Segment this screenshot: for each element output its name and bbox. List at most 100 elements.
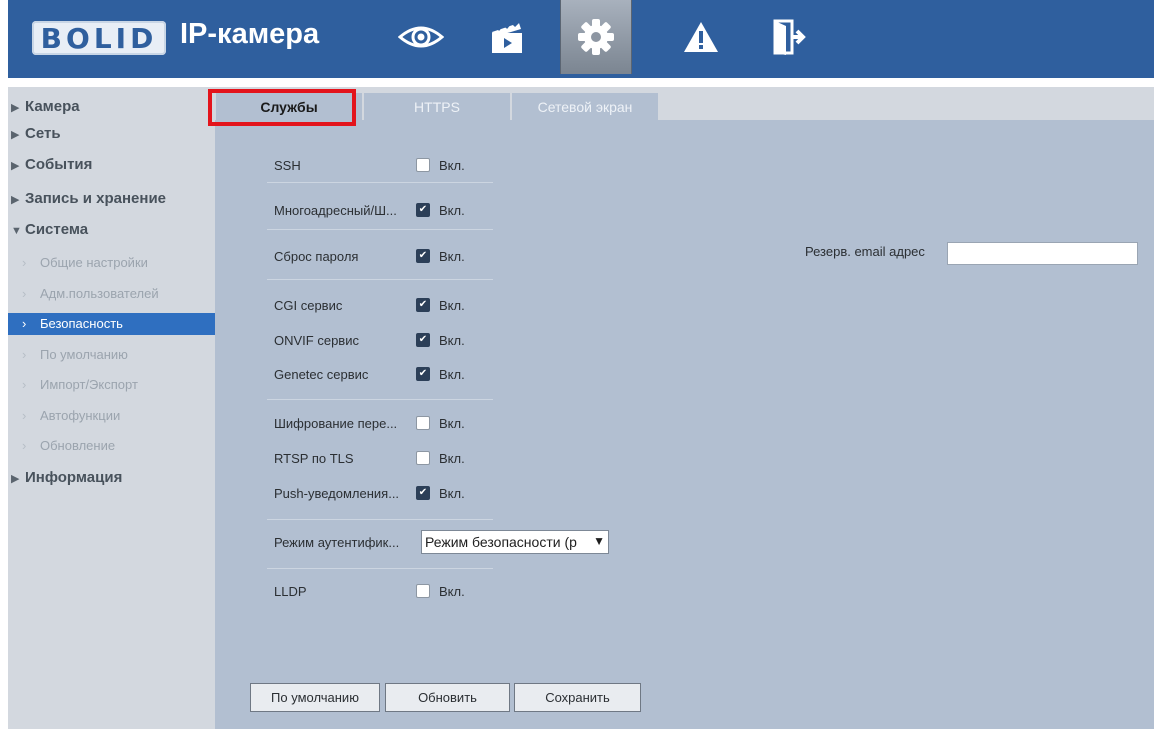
lldp-checkbox[interactable] bbox=[416, 584, 430, 598]
chevron-right-icon: › bbox=[22, 316, 27, 331]
default-button[interactable]: По умолчанию bbox=[250, 683, 380, 712]
setting-row-ssh: SSH Вкл. bbox=[274, 154, 465, 176]
sidebar-item-label: Запись и хранение bbox=[25, 190, 167, 207]
sidebar-item-network[interactable]: ▶ Сеть bbox=[8, 123, 61, 145]
sidebar-item-label: Адм.пользователей bbox=[40, 286, 159, 301]
button-label: Обновить bbox=[418, 690, 477, 705]
sidebar-item-label: Импорт/Экспорт bbox=[40, 377, 138, 392]
setting-label: Push-уведомления... bbox=[274, 485, 400, 501]
cgi-checkbox[interactable] bbox=[416, 298, 430, 312]
button-label: По умолчанию bbox=[271, 690, 359, 705]
sidebar-item-general[interactable]: › Общие настройки bbox=[8, 252, 215, 274]
triangle-right-icon: ▶ bbox=[11, 194, 20, 206]
on-label: Вкл. bbox=[439, 157, 465, 173]
push-checkbox[interactable] bbox=[416, 486, 430, 500]
chevron-down-icon: ▼ bbox=[593, 534, 605, 548]
setting-row-encryption: Шифрование пере... Вкл. bbox=[274, 412, 465, 434]
warning-icon bbox=[684, 22, 718, 52]
sidebar-item-label: Система bbox=[25, 221, 89, 238]
setting-row-auth-mode: Режим аутентифик... bbox=[274, 531, 416, 553]
encryption-checkbox[interactable] bbox=[416, 416, 430, 430]
tab-firewall[interactable]: Сетевой экран bbox=[512, 93, 658, 120]
on-label: Вкл. bbox=[439, 297, 465, 313]
sidebar-item-camera[interactable]: ▶ Камера bbox=[8, 96, 80, 118]
password-reset-checkbox[interactable] bbox=[416, 249, 430, 263]
sidebar-item-label: Обновление bbox=[40, 438, 116, 453]
divider bbox=[267, 279, 493, 280]
setting-label: Genetec сервис bbox=[274, 366, 369, 382]
setting-row-multicast: Многоадресный/Ш... Вкл. bbox=[274, 199, 465, 221]
setting-label: ONVIF сервис bbox=[274, 332, 359, 348]
chevron-right-icon: › bbox=[22, 347, 27, 362]
sidebar-item-label: События bbox=[25, 156, 93, 173]
setting-label: Многоадресный/Ш... bbox=[274, 202, 397, 218]
setting-label: RTSP по TLS bbox=[274, 450, 354, 466]
nav-playback[interactable] bbox=[472, 0, 542, 74]
on-label: Вкл. bbox=[439, 366, 465, 382]
setting-label: SSH bbox=[274, 157, 301, 173]
nav-logout[interactable] bbox=[754, 0, 824, 74]
on-label: Вкл. bbox=[439, 415, 465, 431]
gear-icon bbox=[578, 19, 614, 55]
logo-text: BOLID bbox=[40, 21, 158, 55]
multicast-checkbox[interactable] bbox=[416, 203, 430, 217]
setting-row-lldp: LLDP Вкл. bbox=[274, 580, 465, 602]
genetec-checkbox[interactable] bbox=[416, 367, 430, 381]
sidebar-item-security[interactable]: › Безопасность bbox=[8, 313, 215, 335]
sidebar-item-label: Автофункции bbox=[40, 408, 121, 423]
sidebar-item-system[interactable]: ▼ Система bbox=[8, 219, 88, 241]
sidebar-item-users[interactable]: › Адм.пользователей bbox=[8, 283, 215, 305]
tab-label: Сетевой экран bbox=[537, 98, 633, 115]
chevron-right-icon: › bbox=[22, 408, 27, 423]
save-button[interactable]: Сохранить bbox=[514, 683, 641, 712]
highlight-frame bbox=[208, 89, 356, 126]
sidebar-item-storage[interactable]: ▶ Запись и хранение bbox=[8, 188, 166, 210]
sidebar-item-info[interactable]: ▶ Информация bbox=[8, 467, 122, 489]
chevron-right-icon: › bbox=[22, 286, 27, 301]
setting-row-password-reset: Сброс пароля Вкл. bbox=[274, 245, 465, 267]
setting-label: LLDP bbox=[274, 583, 307, 599]
onvif-checkbox[interactable] bbox=[416, 333, 430, 347]
on-label: Вкл. bbox=[439, 450, 465, 466]
chevron-right-icon: › bbox=[22, 255, 27, 270]
on-label: Вкл. bbox=[439, 485, 465, 501]
bolid-logo: BOLID bbox=[32, 21, 166, 55]
main-panel: Службы HTTPS Сетевой экран SSH Вкл. Мног… bbox=[215, 87, 1154, 729]
sidebar-item-label: Безопасность bbox=[40, 316, 123, 331]
tab-label: HTTPS bbox=[414, 98, 460, 115]
sidebar-item-update[interactable]: › Обновление bbox=[8, 435, 215, 457]
auth-mode-select[interactable]: Режим безопасности (р ▼ bbox=[421, 530, 609, 554]
nav-settings[interactable] bbox=[560, 0, 632, 74]
button-label: Сохранить bbox=[545, 690, 610, 705]
sidebar-item-label: Камера bbox=[25, 98, 80, 115]
setting-label: Сброс пароля bbox=[274, 248, 359, 264]
setting-row-cgi: CGI сервис Вкл. bbox=[274, 294, 465, 316]
triangle-right-icon: ▶ bbox=[11, 473, 20, 485]
sidebar: ▶ Камера ▶ Сеть ▶ События ▶ Запись и хранени… bbox=[8, 87, 215, 729]
setting-row-rtsp-tls: RTSP по TLS Вкл. bbox=[274, 447, 465, 469]
triangle-right-icon: ▶ bbox=[11, 129, 20, 141]
chevron-right-icon: › bbox=[22, 377, 27, 392]
nav-alarm[interactable] bbox=[666, 0, 736, 74]
sidebar-item-label: Общие настройки bbox=[40, 255, 148, 270]
sidebar-item-import-export[interactable]: › Импорт/Экспорт bbox=[8, 374, 215, 396]
divider bbox=[267, 229, 493, 230]
on-label: Вкл. bbox=[439, 248, 465, 264]
clapperboard-icon bbox=[492, 20, 522, 53]
backup-email-input[interactable] bbox=[947, 242, 1138, 265]
setting-label: Шифрование пере... bbox=[274, 415, 398, 431]
top-header: BOLID IP-камера bbox=[8, 0, 1154, 78]
backup-email-label: Резерв. email адрес bbox=[805, 244, 925, 259]
sidebar-item-events[interactable]: ▶ События bbox=[8, 154, 92, 176]
sidebar-item-auto[interactable]: › Автофункции bbox=[8, 405, 215, 427]
setting-label: Режим аутентифик... bbox=[274, 534, 400, 550]
rtsp-tls-checkbox[interactable] bbox=[416, 451, 430, 465]
tab-https[interactable]: HTTPS bbox=[364, 93, 510, 120]
setting-row-onvif: ONVIF сервис Вкл. bbox=[274, 329, 465, 351]
chevron-right-icon: › bbox=[22, 438, 27, 453]
triangle-right-icon: ▶ bbox=[11, 160, 20, 172]
refresh-button[interactable]: Обновить bbox=[385, 683, 510, 712]
ssh-checkbox[interactable] bbox=[416, 158, 430, 172]
sidebar-item-default[interactable]: › По умолчанию bbox=[8, 344, 215, 366]
nav-live-view[interactable] bbox=[386, 0, 456, 74]
